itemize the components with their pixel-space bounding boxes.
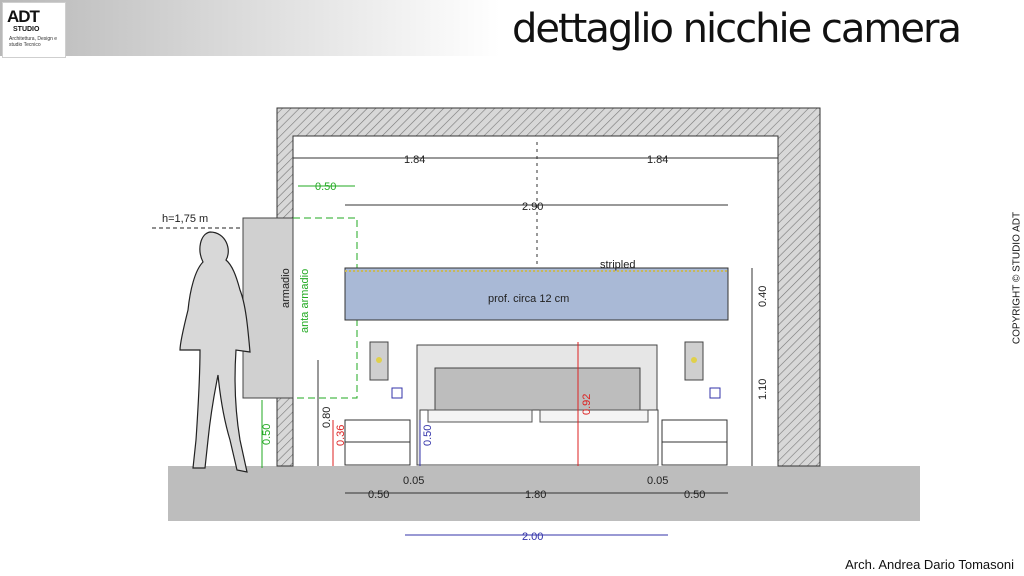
dim-lamp-height: 0.80: [321, 407, 333, 428]
dim-half-right: 1.84: [647, 154, 668, 166]
lamp-right-light: [691, 357, 697, 363]
socket-right: [709, 387, 721, 399]
dim-door-offset: 0.50: [315, 181, 336, 193]
shelf-depth: prof. circa 12 cm: [488, 293, 569, 305]
socket-left: [391, 387, 403, 399]
dim-nightstand-height: 0.36: [335, 425, 347, 446]
person-silhouette: [179, 231, 251, 473]
headboard-cushion: [434, 367, 641, 411]
pillow-right: [539, 409, 649, 423]
dim-nightstand-left-width: 0.50: [368, 489, 389, 501]
dim-gap-left: 0.05: [403, 475, 424, 487]
dim-niche-width: 2.90: [522, 201, 543, 213]
wardrobe-label: armadio: [280, 268, 292, 308]
elevation-drawing: armadio anta armadio 0.50 h=1,75 m 0.50 …: [152, 107, 920, 543]
dim-bed-width: 1.80: [525, 489, 546, 501]
person-height: h=1,75 m: [162, 213, 208, 225]
dim-shelf-height: 0.40: [757, 286, 769, 307]
dim-half-left: 1.84: [404, 154, 425, 166]
shelf-label: stripled: [600, 259, 635, 271]
dim-nightstand-right-width: 0.50: [684, 489, 705, 501]
lamp-left-light: [376, 357, 382, 363]
dim-nightstand-gap: 0.50: [422, 425, 434, 446]
dim-total-width: 2.00: [522, 531, 543, 543]
wardrobe-door-label: anta armadio: [299, 269, 311, 333]
pillow-left: [427, 409, 533, 423]
dim-person-base: 0.50: [261, 424, 273, 445]
dim-gap-right: 0.05: [647, 475, 668, 487]
dim-headboard-height: 0.92: [581, 394, 593, 415]
dim-shelf-elevation: 1.10: [757, 379, 769, 400]
